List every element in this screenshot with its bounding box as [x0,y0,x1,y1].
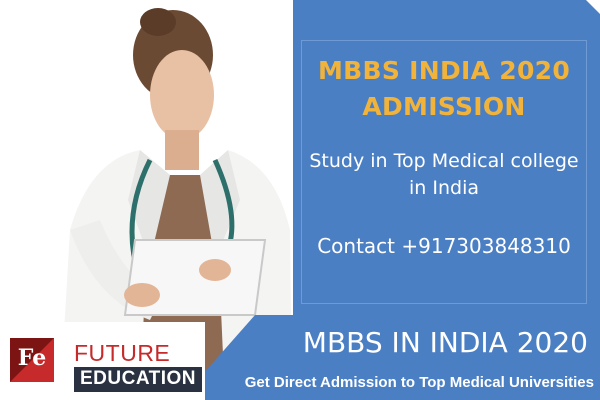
headline-line2: ADMISSION [362,92,526,121]
subline1: Study in Top Medical college [309,150,579,172]
brand-name-line2: EDUCATION [74,367,203,392]
brand-name-line1: FUTURE [74,340,171,366]
headline-line1: MBBS INDIA 2020 [317,56,571,85]
logo-letters: Fe [17,345,47,371]
ad-banner: MBBS INDIA 2020 ADMISSION Study in Top M… [0,0,600,400]
banner-title: MBBS IN INDIA 2020 [302,326,588,359]
banner-tagline: Get Direct Admission to Top Medical Univ… [244,374,594,391]
fe-logo-icon: Fe [10,338,54,382]
corner-notch [586,0,600,14]
contact-text: Contact +917303848310 [317,234,571,258]
subline2: in India [409,177,479,199]
